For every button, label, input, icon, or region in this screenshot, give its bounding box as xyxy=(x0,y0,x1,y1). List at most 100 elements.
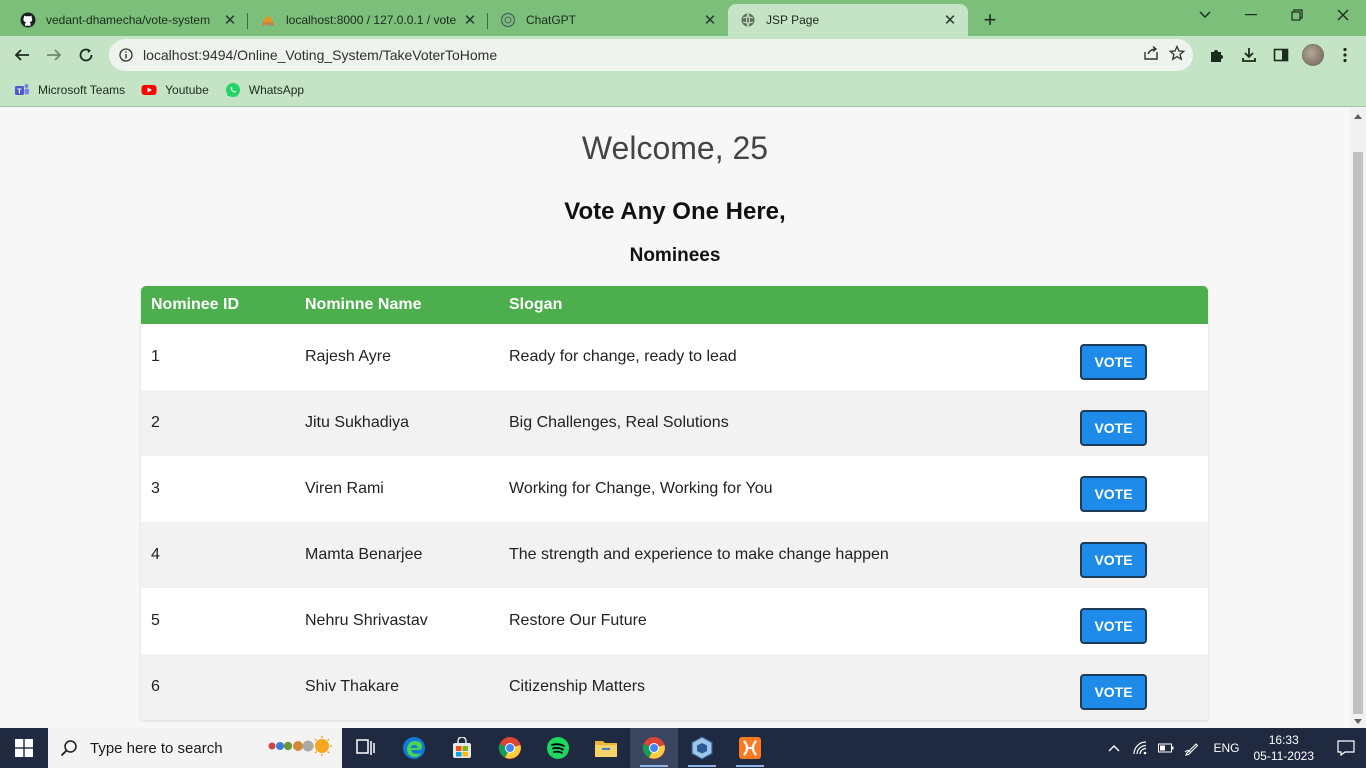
chatgpt-icon xyxy=(500,12,516,28)
vote-heading: Vote Any One Here, xyxy=(564,198,786,225)
file-explorer-icon[interactable] xyxy=(582,728,630,768)
pen-icon[interactable] xyxy=(1179,728,1205,768)
table-row: 2 Jitu Sukhadiya Big Challenges, Real So… xyxy=(141,390,1208,456)
close-icon[interactable]: ✕ xyxy=(702,12,718,29)
nominee-id: 2 xyxy=(151,414,160,431)
table-row: 1 Rajesh Ayre Ready for change, ready to… xyxy=(141,324,1208,390)
tab-phpmyadmin[interactable]: PMA localhost:8000 / 127.0.0.1 / vote ✕ xyxy=(248,4,488,36)
vote-button[interactable]: VOTE xyxy=(1080,608,1147,644)
close-window-button[interactable] xyxy=(1320,0,1366,30)
nominee-id: 6 xyxy=(151,678,160,695)
virtualbox-icon[interactable] xyxy=(678,728,726,768)
close-icon[interactable]: ✕ xyxy=(462,12,478,29)
reload-icon xyxy=(79,48,93,62)
bookmark-label: Microsoft Teams xyxy=(38,83,126,97)
action-cell: VOTE xyxy=(1070,456,1208,522)
chevron-up-icon[interactable] xyxy=(1101,728,1127,768)
teams-icon: T xyxy=(14,82,30,98)
taskbar-search[interactable]: Type here to search xyxy=(48,728,342,768)
profile-avatar[interactable] xyxy=(1300,40,1326,70)
clock[interactable]: 16:33 05-11-2023 xyxy=(1254,732,1315,764)
table-row: 6 Shiv Thakare Citizenship Matters VOTE xyxy=(141,654,1208,720)
table-header-row: Nominee ID Nominne Name Slogan xyxy=(141,286,1208,324)
bookmark-label: Youtube xyxy=(165,83,209,97)
search-highlight-icon xyxy=(266,735,336,762)
vote-button[interactable]: VOTE xyxy=(1080,344,1147,380)
whatsapp-icon xyxy=(225,82,241,98)
search-placeholder: Type here to search xyxy=(90,739,223,757)
address-bar[interactable]: localhost:9494/Online_Voting_System/Take… xyxy=(109,39,1193,71)
page-scrollbar[interactable] xyxy=(1350,108,1366,728)
spotify-icon[interactable] xyxy=(534,728,582,768)
chrome-icon xyxy=(642,737,665,759)
tab-strip: vedant-dhamecha/vote-system ✕ PMA localh… xyxy=(0,0,1366,36)
forward-button[interactable] xyxy=(38,39,70,71)
share-icon[interactable] xyxy=(1143,45,1159,66)
battery-icon[interactable] xyxy=(1153,728,1179,768)
scroll-up-arrow[interactable] xyxy=(1354,114,1362,119)
column-header-slogan: Slogan xyxy=(509,296,563,313)
column-header-id: Nominee ID xyxy=(151,296,240,313)
action-cell: VOTE xyxy=(1070,324,1208,390)
reload-button[interactable] xyxy=(70,39,102,71)
vote-button[interactable]: VOTE xyxy=(1080,542,1147,578)
nominee-slogan: The strength and experience to make chan… xyxy=(509,546,889,563)
url-text[interactable]: localhost:9494/Online_Voting_System/Take… xyxy=(143,47,1143,63)
menu-kebab-icon[interactable] xyxy=(1332,40,1358,70)
close-icon[interactable]: ✕ xyxy=(222,12,238,29)
minimize-button[interactable] xyxy=(1228,0,1274,30)
scrollbar-thumb[interactable] xyxy=(1353,152,1363,714)
action-cell: VOTE xyxy=(1070,522,1208,588)
nominee-slogan: Citizenship Matters xyxy=(509,678,646,695)
edge-icon[interactable] xyxy=(390,728,438,768)
notification-icon[interactable] xyxy=(1326,728,1366,768)
nominee-name: Mamta Benarjee xyxy=(305,546,423,563)
tab-jsp-page[interactable]: JSP Page ✕ xyxy=(728,4,968,36)
download-icon[interactable] xyxy=(1236,40,1262,70)
scroll-down-arrow[interactable] xyxy=(1354,719,1362,724)
bookmarks-bar: T Microsoft Teams Youtube WhatsApp xyxy=(0,74,1366,107)
nominee-id: 4 xyxy=(151,546,160,563)
bookmark-whatsapp[interactable]: WhatsApp xyxy=(225,82,304,98)
youtube-icon xyxy=(141,82,157,98)
chrome-icon[interactable] xyxy=(486,728,534,768)
restore-button[interactable] xyxy=(1274,0,1320,30)
vote-button[interactable]: VOTE xyxy=(1080,476,1147,512)
start-button[interactable] xyxy=(0,728,48,768)
browser-toolbar: localhost:9494/Online_Voting_System/Take… xyxy=(0,36,1366,74)
column-header-name: Nominne Name xyxy=(305,296,422,313)
extensions-puzzle-icon[interactable] xyxy=(1204,40,1230,70)
language-indicator[interactable]: ENG xyxy=(1213,741,1239,755)
info-icon[interactable] xyxy=(119,48,133,62)
nominee-name: Shiv Thakare xyxy=(305,678,399,695)
bookmark-youtube[interactable]: Youtube xyxy=(141,82,209,98)
action-cell: VOTE xyxy=(1070,654,1208,720)
action-cell: VOTE xyxy=(1070,588,1208,654)
vote-button[interactable]: VOTE xyxy=(1080,410,1147,446)
wifi-icon[interactable] xyxy=(1127,728,1153,768)
github-icon xyxy=(20,12,36,28)
tab-chatgpt[interactable]: ChatGPT ✕ xyxy=(488,4,728,36)
table-row: 5 Nehru Shrivastav Restore Our Future VO… xyxy=(141,588,1208,654)
tab-title: vedant-dhamecha/vote-system xyxy=(46,13,211,27)
vote-button[interactable]: VOTE xyxy=(1080,674,1147,710)
welcome-heading: Welcome, 25 xyxy=(581,130,769,166)
new-tab-button[interactable]: + xyxy=(976,6,1004,34)
tab-github[interactable]: vedant-dhamecha/vote-system ✕ xyxy=(8,4,248,36)
task-view-icon[interactable] xyxy=(342,728,390,768)
close-icon[interactable]: ✕ xyxy=(942,12,958,29)
windows-logo-icon xyxy=(15,739,33,757)
xampp-icon[interactable] xyxy=(726,728,774,768)
bookmark-star-icon[interactable] xyxy=(1168,44,1186,66)
side-panel-icon[interactable] xyxy=(1268,40,1294,70)
svg-text:PMA: PMA xyxy=(263,22,275,28)
tab-search-icon[interactable] xyxy=(1182,0,1228,30)
microsoft-store-icon[interactable] xyxy=(438,728,486,768)
globe-icon xyxy=(740,12,756,28)
bookmark-microsoft-teams[interactable]: T Microsoft Teams xyxy=(14,82,125,98)
extension-area xyxy=(1204,40,1358,70)
back-button[interactable] xyxy=(6,39,38,71)
nominee-slogan: Big Challenges, Real Solutions xyxy=(509,414,729,431)
column-header-action xyxy=(1070,286,1208,324)
chrome-taskbar-active[interactable] xyxy=(630,728,678,768)
